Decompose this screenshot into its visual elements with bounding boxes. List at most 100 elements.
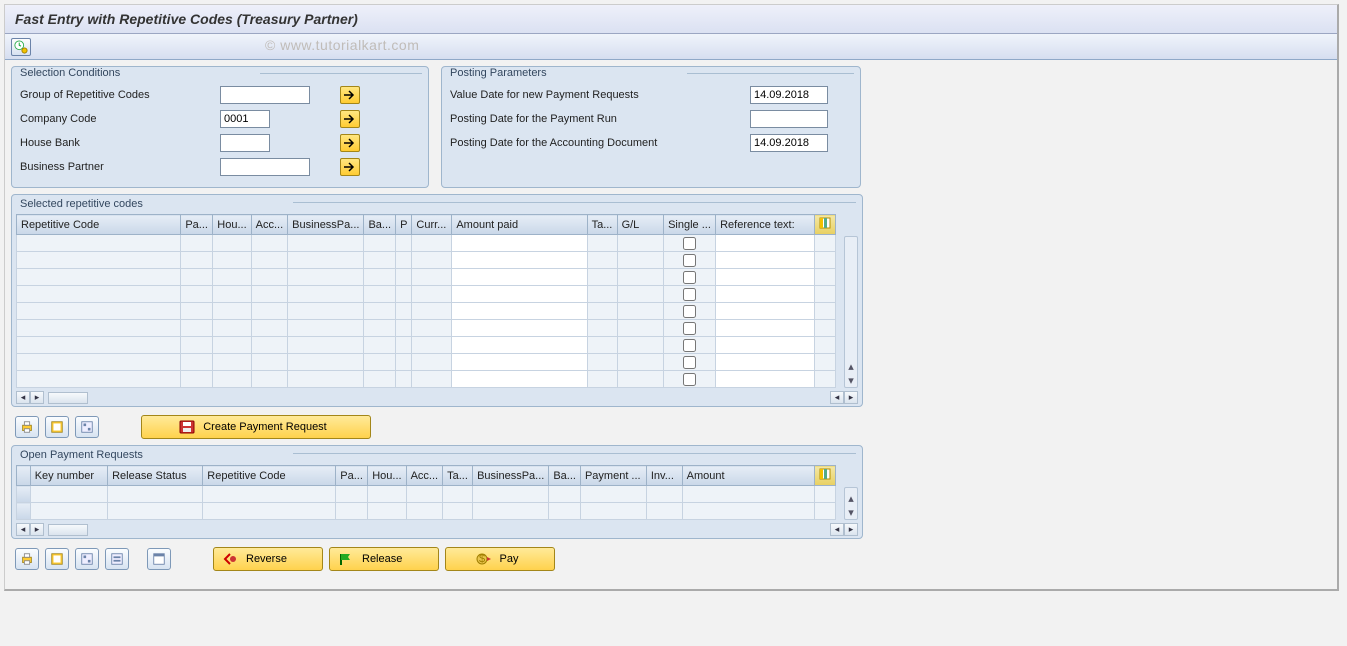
execute-icon-button[interactable] — [11, 38, 31, 56]
business-partner-multi-button[interactable] — [340, 158, 360, 176]
group-rep-codes-input[interactable] — [220, 86, 310, 104]
release-label: Release — [362, 553, 402, 565]
deselect-button2[interactable] — [75, 548, 99, 570]
col-ba[interactable]: Ba... — [364, 215, 396, 235]
table-row[interactable] — [17, 320, 836, 337]
col-pa[interactable]: Pa... — [181, 215, 213, 235]
details-button[interactable] — [105, 548, 129, 570]
grid-configure-button[interactable] — [814, 215, 835, 235]
col-ta2[interactable]: Ta... — [443, 466, 473, 486]
col-inv[interactable]: Inv... — [646, 466, 682, 486]
col-curr[interactable]: Curr... — [412, 215, 452, 235]
single-checkbox[interactable] — [683, 254, 696, 267]
single-checkbox[interactable] — [683, 237, 696, 250]
col-pa2[interactable]: Pa... — [336, 466, 368, 486]
table-row[interactable] — [17, 303, 836, 320]
col-amount-paid[interactable]: Amount paid — [452, 215, 587, 235]
business-partner-input[interactable] — [220, 158, 310, 176]
single-checkbox[interactable] — [683, 288, 696, 301]
col-ba2[interactable]: Ba... — [549, 466, 581, 486]
print-button[interactable] — [15, 416, 39, 438]
house-bank-input[interactable] — [220, 134, 270, 152]
value-date-input[interactable] — [750, 86, 828, 104]
scroll-left-icon[interactable]: ◂ — [16, 523, 30, 536]
table-row[interactable] — [17, 252, 836, 269]
grid-configure-button2[interactable] — [814, 466, 835, 486]
col-business-pa2[interactable]: BusinessPa... — [473, 466, 549, 486]
selection-conditions-panel: Selection Conditions Group of Repetitive… — [11, 66, 429, 188]
panel-divider — [293, 202, 856, 203]
col-reference-text[interactable]: Reference text: — [716, 215, 815, 235]
col-business-pa[interactable]: BusinessPa... — [288, 215, 364, 235]
scroll-right-icon[interactable]: ▸ — [30, 523, 44, 536]
scroll-up-icon[interactable]: ▴ — [845, 359, 857, 373]
table-row[interactable] — [17, 354, 836, 371]
table-row[interactable] — [17, 235, 836, 252]
posting-date-run-input[interactable] — [750, 110, 828, 128]
company-code-input[interactable] — [220, 110, 270, 128]
print-icon — [20, 420, 34, 434]
table-row[interactable] — [17, 286, 836, 303]
svg-text:$: $ — [478, 553, 484, 565]
single-checkbox[interactable] — [683, 339, 696, 352]
col-ta[interactable]: Ta... — [587, 215, 617, 235]
selected-codes-grid[interactable]: Repetitive Code Pa... Hou... Acc... Busi… — [16, 214, 836, 388]
refresh-button[interactable] — [147, 548, 171, 570]
select-all-button[interactable] — [45, 416, 69, 438]
top-panel-row: Selection Conditions Group of Repetitive… — [11, 66, 1331, 188]
scroll-right2-icon[interactable]: ▸ — [844, 523, 858, 536]
table-config-icon — [819, 217, 831, 229]
single-checkbox[interactable] — [683, 373, 696, 386]
group-rep-codes-multi-button[interactable] — [340, 86, 360, 104]
col-release-status[interactable]: Release Status — [108, 466, 203, 486]
col-hou[interactable]: Hou... — [213, 215, 251, 235]
col-amount2[interactable]: Amount — [682, 466, 814, 486]
scroll-thumb[interactable] — [48, 524, 88, 536]
scroll-left2-icon[interactable]: ◂ — [830, 523, 844, 536]
single-checkbox[interactable] — [683, 356, 696, 369]
scroll-left-icon[interactable]: ◂ — [16, 391, 30, 404]
print-button2[interactable] — [15, 548, 39, 570]
horizontal-scrollbar2[interactable]: ◂ ▸ ◂ ▸ — [16, 523, 858, 536]
release-button[interactable]: Release — [329, 547, 439, 571]
house-bank-multi-button[interactable] — [340, 134, 360, 152]
col-acc2[interactable]: Acc... — [406, 466, 443, 486]
create-payment-request-button[interactable]: Create Payment Request — [141, 415, 371, 439]
table-row[interactable] — [17, 486, 836, 503]
group-rep-codes-label: Group of Repetitive Codes — [20, 89, 220, 101]
col-acc[interactable]: Acc... — [251, 215, 288, 235]
single-checkbox[interactable] — [683, 271, 696, 284]
scroll-left2-icon[interactable]: ◂ — [830, 391, 844, 404]
horizontal-scrollbar[interactable]: ◂ ▸ ◂ ▸ — [16, 391, 858, 404]
select-all-button2[interactable] — [45, 548, 69, 570]
col-repetitive-code[interactable]: Repetitive Code — [17, 215, 181, 235]
single-checkbox[interactable] — [683, 322, 696, 335]
col-payment[interactable]: Payment ... — [580, 466, 646, 486]
scroll-right2-icon[interactable]: ▸ — [844, 391, 858, 404]
open-requests-grid[interactable]: Key number Release Status Repetitive Cod… — [16, 465, 836, 520]
col-row-selector[interactable] — [17, 466, 31, 486]
scroll-thumb[interactable] — [48, 392, 88, 404]
scroll-down-icon[interactable]: ▾ — [845, 373, 857, 387]
scroll-down-icon[interactable]: ▾ — [845, 505, 857, 519]
col-p[interactable]: P — [396, 215, 412, 235]
pay-button[interactable]: $ Pay — [445, 547, 555, 571]
vertical-scrollbar[interactable]: ▴ ▾ — [844, 236, 858, 388]
col-repetitive-code2[interactable]: Repetitive Code — [203, 466, 336, 486]
deselect-all-button[interactable] — [75, 416, 99, 438]
company-code-multi-button[interactable] — [340, 110, 360, 128]
col-single[interactable]: Single ... — [664, 215, 716, 235]
reverse-button[interactable]: Reverse — [213, 547, 323, 571]
posting-date-doc-input[interactable] — [750, 134, 828, 152]
scroll-right-icon[interactable]: ▸ — [30, 391, 44, 404]
table-row[interactable] — [17, 337, 836, 354]
single-checkbox[interactable] — [683, 305, 696, 318]
table-row[interactable] — [17, 371, 836, 388]
table-row[interactable] — [17, 503, 836, 520]
col-hou2[interactable]: Hou... — [368, 466, 406, 486]
col-gl[interactable]: G/L — [617, 215, 664, 235]
table-row[interactable] — [17, 269, 836, 286]
col-key-number[interactable]: Key number — [30, 466, 107, 486]
scroll-up-icon[interactable]: ▴ — [845, 491, 857, 505]
vertical-scrollbar2[interactable]: ▴ ▾ — [844, 487, 858, 520]
